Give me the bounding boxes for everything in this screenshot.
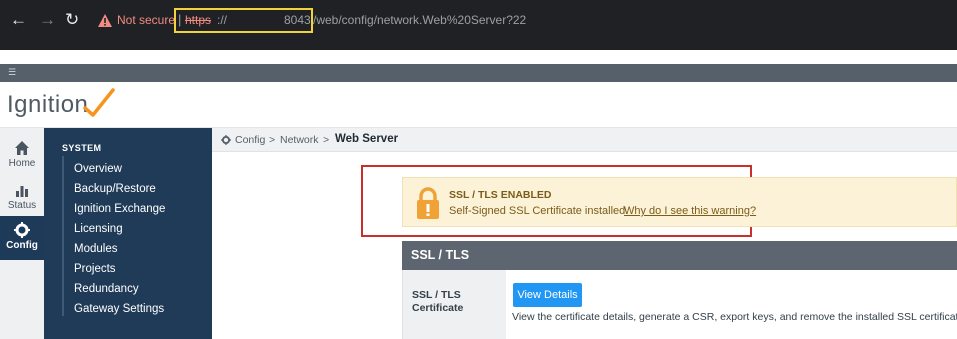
ssl-description: View the certificate details, generate a… bbox=[512, 311, 957, 323]
ssl-section-title: SSL / TLS bbox=[411, 248, 470, 262]
app-header-strip: ☰ bbox=[0, 64, 957, 82]
sidebar-item-redundancy[interactable]: Redundancy bbox=[74, 283, 139, 295]
breadcrumb-sep: > bbox=[269, 134, 276, 146]
collapse-icon[interactable]: ☰ bbox=[8, 67, 16, 78]
gear-icon bbox=[221, 135, 231, 145]
browser-toolbar: ← → ↻ Not secure | https :// 8043 /web/c… bbox=[0, 0, 957, 50]
sidebar-divider-line bbox=[62, 156, 64, 316]
ssl-certificate-row: SSL / TLS Certificate View Details View … bbox=[402, 270, 957, 339]
url-scheme-tail: :// bbox=[217, 13, 228, 27]
url-path: /web/config/network.Web%20Server?22 bbox=[313, 13, 527, 27]
url-port: 8043 bbox=[284, 13, 311, 27]
alert-message: Self-Signed SSL Certificate installed. bbox=[449, 205, 629, 217]
breadcrumb-sep: > bbox=[323, 134, 330, 146]
sidebar-section-title: SYSTEM bbox=[62, 143, 102, 153]
sidebar-item-projects[interactable]: Projects bbox=[74, 263, 116, 275]
ssl-row-label: SSL / TLS bbox=[412, 289, 461, 301]
back-arrow-icon[interactable]: ← bbox=[10, 10, 27, 30]
rail-status-label: Status bbox=[7, 200, 37, 211]
breadcrumb: Config > Network > Web Server bbox=[212, 128, 957, 152]
rail-home[interactable]: Home bbox=[0, 134, 44, 174]
ssl-section-header: SSL / TLS bbox=[402, 241, 957, 270]
sidebar-item-ignition-exchange[interactable]: Ignition Exchange bbox=[74, 203, 165, 215]
icon-rail: Home Status Config bbox=[0, 128, 44, 339]
logo-check-icon bbox=[83, 88, 115, 117]
rail-home-label: Home bbox=[8, 158, 36, 169]
ssl-row-label-2: Certificate bbox=[412, 302, 464, 314]
sidebar-item-licensing[interactable]: Licensing bbox=[74, 223, 123, 235]
lock-icon bbox=[417, 187, 439, 219]
rail-config-label: Config bbox=[6, 240, 38, 251]
warning-help-link[interactable]: Why do I see this warning? bbox=[624, 205, 756, 217]
alert-title: SSL / TLS ENABLED bbox=[449, 189, 552, 201]
sidebar-item-modules[interactable]: Modules bbox=[74, 243, 117, 255]
bar-chart-icon bbox=[16, 186, 28, 197]
sidebar-item-overview[interactable]: Overview bbox=[74, 163, 122, 175]
gear-icon bbox=[14, 222, 30, 238]
sidebar-item-gateway-settings[interactable]: Gateway Settings bbox=[74, 303, 164, 315]
warning-icon bbox=[98, 14, 112, 27]
url-separator: | bbox=[178, 12, 182, 27]
address-bar[interactable]: Not secure | https :// 8043 /web/config/… bbox=[95, 8, 957, 33]
ignition-logo-text: Ignition bbox=[7, 91, 89, 118]
breadcrumb-network[interactable]: Network bbox=[280, 134, 319, 146]
logo-bar: Ignition bbox=[0, 82, 957, 128]
system-sidebar: SYSTEM Overview Backup/Restore Ignition … bbox=[44, 128, 212, 339]
not-secure-label[interactable]: Not secure bbox=[117, 13, 175, 27]
ssl-label-cell: SSL / TLS Certificate bbox=[403, 270, 506, 339]
forward-arrow-icon[interactable]: → bbox=[39, 10, 56, 30]
rail-config[interactable]: Config bbox=[0, 216, 44, 260]
reload-icon[interactable]: ↻ bbox=[65, 10, 79, 30]
view-details-button[interactable]: View Details bbox=[513, 283, 582, 307]
ssl-alert: SSL / TLS ENABLED Self-Signed SSL Certif… bbox=[402, 177, 957, 227]
breadcrumb-current: Web Server bbox=[335, 133, 399, 145]
url-scheme: https bbox=[185, 13, 212, 27]
breadcrumb-config[interactable]: Config bbox=[235, 134, 265, 146]
sidebar-item-backup-restore[interactable]: Backup/Restore bbox=[74, 183, 156, 195]
rail-status[interactable]: Status bbox=[0, 176, 44, 216]
home-icon bbox=[15, 141, 29, 155]
